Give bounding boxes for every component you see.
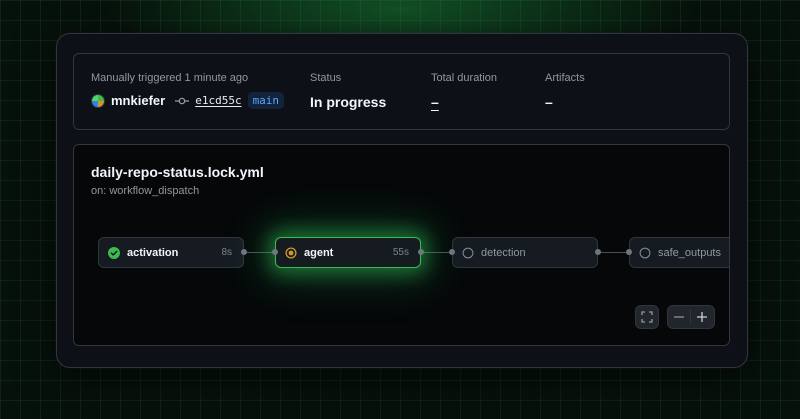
node-port xyxy=(272,249,278,255)
node-port xyxy=(418,249,424,255)
in-progress-icon xyxy=(285,246,297,259)
trigger-label: Manually triggered 1 minute ago xyxy=(91,72,249,84)
duration-column: Total duration – xyxy=(431,72,497,110)
git-commit-icon xyxy=(175,97,190,104)
job-name: detection xyxy=(481,246,526,259)
job-duration: 8s xyxy=(221,247,232,258)
workflow-trigger-event: on: workflow_dispatch xyxy=(91,185,200,197)
node-port xyxy=(595,249,601,255)
node-port xyxy=(626,249,632,255)
job-name: activation xyxy=(127,246,179,259)
job-node-safe-outputs[interactable]: safe_outputs xyxy=(629,237,729,268)
status-column: Status In progress xyxy=(310,72,386,110)
job-node-agent[interactable]: agent 55s xyxy=(275,237,421,268)
job-duration: 55s xyxy=(392,247,409,258)
commit-sha-link[interactable]: e1cd55c xyxy=(195,94,241,107)
workflow-title: daily-repo-status.lock.yml xyxy=(91,164,264,180)
branch-badge[interactable]: main xyxy=(247,92,285,109)
graph-edge xyxy=(246,252,273,253)
artifacts-value: – xyxy=(545,94,553,110)
job-node-detection[interactable]: detection xyxy=(452,237,598,268)
status-value: In progress xyxy=(310,94,387,110)
zoom-out-icon xyxy=(674,316,684,318)
job-name: agent xyxy=(304,246,334,259)
job-node-activation[interactable]: activation 8s xyxy=(98,237,244,268)
artifacts-column: Artifacts – xyxy=(545,72,585,110)
workflow-graph-panel: daily-repo-status.lock.yml on: workflow_… xyxy=(73,144,730,346)
status-label: Status xyxy=(310,72,342,84)
pending-circle-icon xyxy=(639,247,651,258)
zoom-controls xyxy=(667,305,715,329)
check-circle-icon xyxy=(108,246,120,259)
pending-circle-icon xyxy=(462,247,474,258)
artifacts-label: Artifacts xyxy=(545,72,585,84)
workflow-run-window: Manually triggered 1 minute ago mnkiefer… xyxy=(56,33,748,368)
zoom-out-button[interactable] xyxy=(668,306,690,328)
graph-edge xyxy=(423,252,450,253)
trigger-details: mnkiefer e1cd55c main xyxy=(91,92,285,109)
duration-label: Total duration xyxy=(431,72,498,84)
zoom-in-button[interactable] xyxy=(691,306,713,328)
trigger-column: Manually triggered 1 minute ago mnkiefer… xyxy=(91,72,285,109)
node-port xyxy=(241,249,247,255)
fullscreen-icon xyxy=(636,306,658,328)
fullscreen-button[interactable] xyxy=(635,305,659,329)
graph-edge xyxy=(600,252,627,253)
username-link[interactable]: mnkiefer xyxy=(111,93,165,108)
zoom-in-icon xyxy=(697,312,707,322)
node-port xyxy=(449,249,455,255)
run-summary-card: Manually triggered 1 minute ago mnkiefer… xyxy=(73,53,730,130)
duration-value[interactable]: – xyxy=(431,94,497,110)
user-avatar[interactable] xyxy=(91,93,105,108)
job-name: safe_outputs xyxy=(658,246,721,259)
